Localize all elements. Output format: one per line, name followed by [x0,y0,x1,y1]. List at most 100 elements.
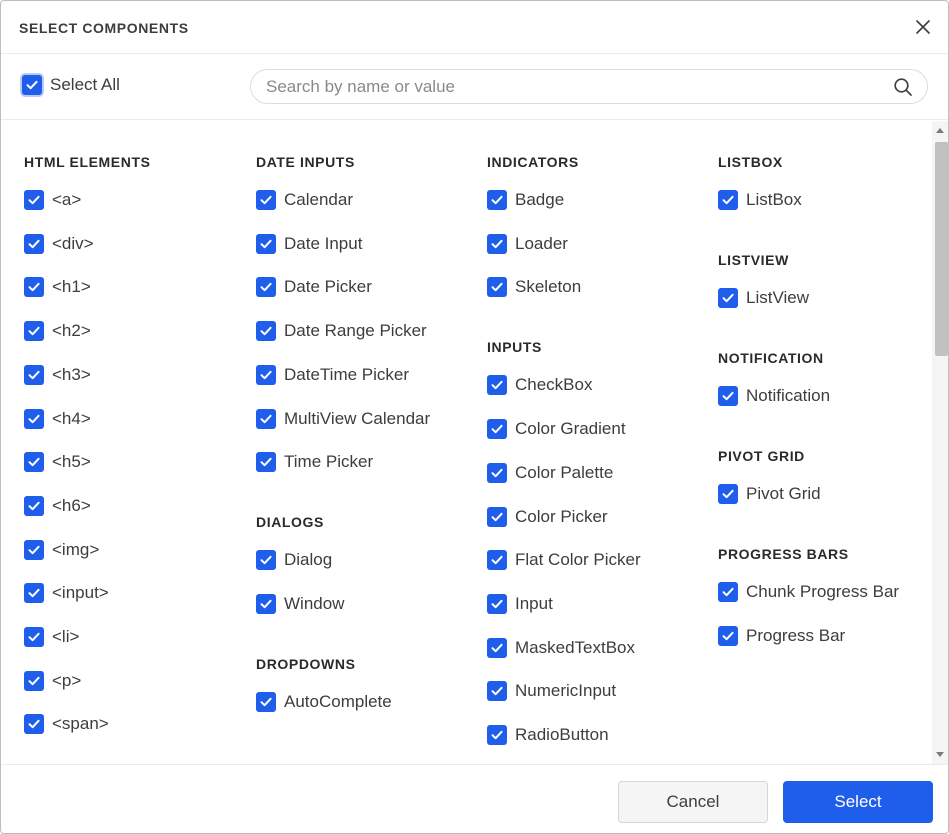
component-checkbox-item[interactable]: ListView [718,288,809,308]
checkmark-icon [256,190,276,210]
component-checkbox-item[interactable]: Dialog [256,550,332,571]
component-label: <h4> [52,408,91,428]
component-checkbox-item[interactable]: Progress Bar [718,625,846,646]
component-checkbox-item[interactable]: Pivot Grid [718,484,821,504]
vertical-scrollbar[interactable] [932,121,948,764]
component-checkbox-item[interactable]: Notification [718,386,830,406]
component-label: Time Picker [284,452,374,472]
toolbar: Select All [1,54,948,120]
component-checkbox-item[interactable]: ListBox [718,190,802,210]
component-label: AutoComplete [284,691,392,711]
checkmark-icon [24,408,44,429]
component-checkbox-item[interactable]: Loader [487,233,568,254]
category-heading: DIALOGS [256,514,324,531]
component-label: Progress Bar [746,625,846,645]
checkmark-icon [487,375,507,396]
checkmark-icon [487,277,507,298]
checkmark-icon [256,277,276,298]
checkmark-icon [24,627,44,647]
dialog-footer: Cancel Select [1,764,948,833]
checkmark-icon [24,321,44,342]
search-input[interactable] [266,70,876,103]
component-checkbox-item[interactable]: <img> [24,539,100,560]
category-heading: DROPDOWNS [256,655,356,672]
checkmark-icon [256,321,276,342]
checkmark-icon [24,714,44,735]
component-checkbox-item[interactable]: Window [256,593,344,614]
component-label: Date Input [284,233,363,253]
component-label: <img> [52,539,100,559]
component-checkbox-item[interactable]: <h4> [24,408,91,429]
component-checkbox-item[interactable]: Time Picker [256,452,374,473]
category-heading: PIVOT GRID [718,448,805,464]
component-checkbox-item[interactable]: Color Gradient [487,419,626,440]
scroll-down-arrow-icon[interactable] [936,752,944,757]
component-checkbox-item[interactable]: Color Picker [487,506,608,527]
component-checkbox-item[interactable]: MaskedTextBox [487,637,635,658]
checkmark-icon [22,75,42,95]
component-label: ListView [746,288,809,307]
scrollbar-thumb[interactable] [935,142,948,356]
select-all-checkbox[interactable]: Select All [22,75,120,95]
checkmark-icon [24,452,44,473]
component-checkbox-item[interactable]: <input> [24,583,109,604]
component-checkbox-item[interactable]: Date Range Picker [256,321,427,342]
component-checkbox-item[interactable]: Calendar [256,190,353,210]
component-checkbox-item[interactable]: CheckBox [487,375,593,396]
checkmark-icon [718,386,738,406]
component-checkbox-item[interactable]: Color Palette [487,462,613,483]
component-label: RadioButton [515,725,609,744]
component-label: Color Gradient [515,419,626,439]
component-checkbox-item[interactable]: MultiView Calendar [256,408,430,429]
component-checkbox-item[interactable]: Input [487,593,553,614]
component-checkbox-item[interactable]: <h6> [24,495,91,516]
component-label: DateTime Picker [284,364,410,384]
category-heading: HTML ELEMENTS [24,154,151,170]
component-label: Color Picker [515,506,608,526]
checkmark-icon [487,725,507,745]
component-label: Chunk Progress Bar [746,582,900,601]
component-checkbox-item[interactable]: <h1> [24,277,91,298]
component-checkbox-item[interactable]: <p> [24,670,81,691]
component-label: NumericInput [515,681,617,701]
component-checkbox-item[interactable]: Badge [487,190,564,210]
component-label: Loader [515,233,568,253]
component-checkbox-item[interactable]: <li> [24,627,79,647]
select-button[interactable]: Select [783,781,933,823]
checkmark-icon [487,233,507,254]
component-label: Date Range Picker [284,321,427,341]
checkmark-icon [24,233,44,254]
scroll-up-arrow-icon[interactable] [936,128,944,133]
component-checkbox-item[interactable]: DateTime Picker [256,364,410,385]
component-checkbox-item[interactable]: Skeleton [487,277,581,298]
checkmark-icon [487,681,507,702]
component-checkbox-item[interactable]: <a> [24,190,81,210]
component-label: <h2> [52,321,91,341]
component-checkbox-item[interactable]: Chunk Progress Bar [718,582,899,602]
checkmark-icon [24,190,44,210]
components-list: HTML ELEMENTS <a> <div> <h1> <h2> <h3> <h4> <h5… [1,121,932,764]
component-checkbox-item[interactable]: <span> [24,714,109,735]
component-checkbox-item[interactable]: <div> [24,233,94,254]
cancel-button[interactable]: Cancel [618,781,768,823]
component-label: Notification [746,386,831,405]
component-checkbox-item[interactable]: Date Input [256,233,363,254]
component-checkbox-item[interactable]: Date Picker [256,277,372,298]
component-label: <input> [52,583,109,603]
component-checkbox-item[interactable]: <h3> [24,364,91,385]
component-checkbox-item[interactable]: <h5> [24,452,91,473]
component-checkbox-item[interactable]: RadioButton [487,725,609,745]
component-label: Badge [515,190,565,209]
checkmark-icon [256,364,276,385]
component-checkbox-item[interactable]: Flat Color Picker [487,550,641,571]
component-label: Calendar [284,190,353,209]
close-icon[interactable] [914,18,932,36]
category-heading: INDICATORS [487,154,579,170]
component-label: CheckBox [515,375,593,395]
component-checkbox-item[interactable]: NumericInput [487,681,617,702]
component-label: <div> [52,233,94,253]
search-icon[interactable] [893,77,913,97]
component-checkbox-item[interactable]: AutoComplete [256,691,392,712]
component-checkbox-item[interactable]: <h2> [24,321,91,342]
category-heading: PROGRESS BARS [718,546,849,562]
